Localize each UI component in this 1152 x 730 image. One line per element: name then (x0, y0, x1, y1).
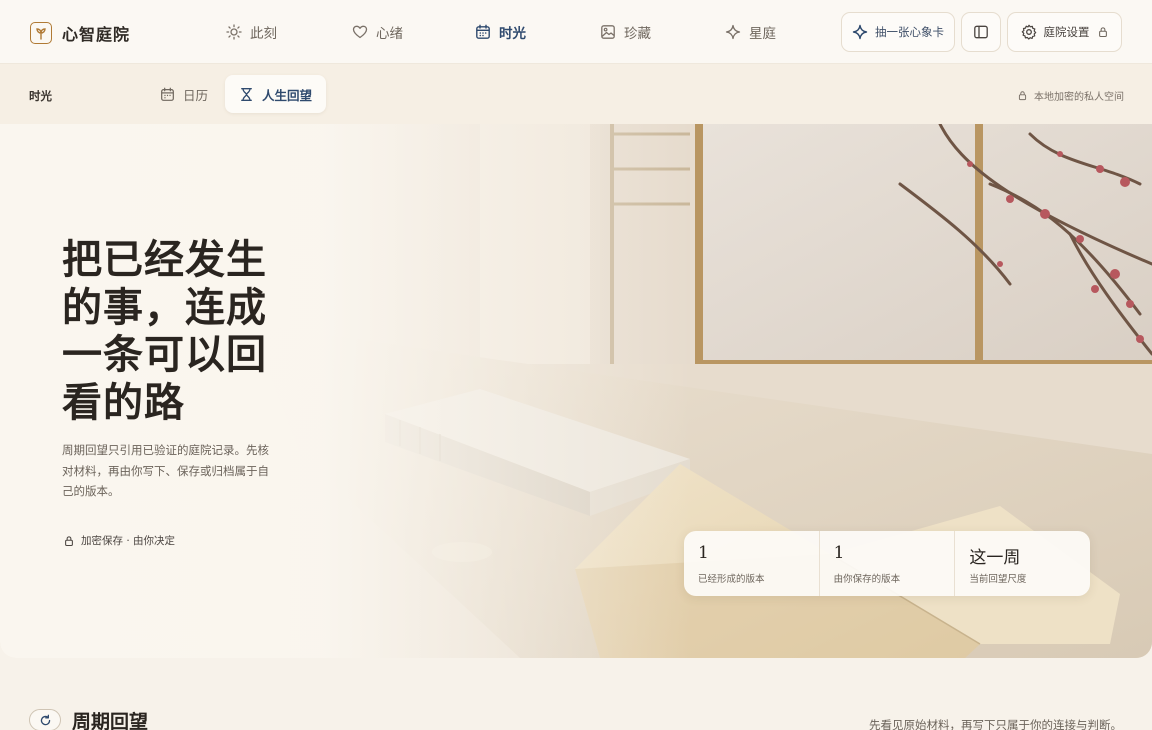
section-heading: 周期回望 (72, 711, 149, 730)
stat-value: 1 (833, 543, 845, 563)
nav-item-star-court[interactable]: 星庭 (725, 22, 776, 42)
nav-item-mood[interactable]: 心绪 (352, 22, 403, 42)
top-navigation-bar: 心智庭院 此刻 心绪 时光 珍藏 星庭 抽一张心象卡 庭院设置 (0, 0, 1152, 64)
hero-banner: 把已经发生的事，连成一条可以回看的路 周期回望只引用已验证的庭院记录。先核对材料… (0, 124, 1152, 658)
sprout-logo-icon (30, 22, 52, 44)
tab-label: 人生回望 (262, 87, 313, 103)
garden-settings-button[interactable]: 庭院设置 (1007, 12, 1122, 52)
stat-saved-versions: 1 由你保存的版本 (820, 531, 956, 596)
lock-icon (65, 535, 73, 546)
sparkle-icon (725, 24, 741, 40)
stat-label: 已经形成的版本 (698, 574, 765, 585)
hero-description: 周期回望只引用已验证的庭院记录。先核对材料，再由你写下、保存或归档属于自己的版本… (62, 443, 269, 498)
tab-label: 日历 (183, 87, 209, 103)
sidebar-toggle-button[interactable] (961, 12, 1001, 52)
lock-icon (1018, 91, 1027, 101)
gear-icon (1021, 24, 1036, 40)
hero-meta: 加密保存 · 由你决定 (63, 533, 175, 548)
calendar-icon (161, 87, 174, 101)
nav-label: 心绪 (376, 26, 403, 42)
image-icon (601, 25, 615, 39)
nav-item-time[interactable]: 时光 (475, 22, 526, 42)
brand-name: 心智庭院 (62, 25, 131, 44)
stat-label: 由你保存的版本 (833, 574, 901, 585)
hourglass-icon (241, 87, 252, 101)
settings-label: 庭院设置 (1043, 25, 1090, 39)
refresh-button[interactable] (29, 709, 61, 730)
calendar-icon (476, 24, 490, 39)
nav-item-collection[interactable]: 珍藏 (600, 22, 651, 42)
sun-icon (226, 24, 242, 40)
stat-value: 1 (698, 543, 709, 563)
section-title: 时光 (29, 89, 52, 103)
privacy-note: 本地加密的私人空间 (1017, 88, 1124, 103)
hero-meta-text: 加密保存 · 由你决定 (81, 535, 176, 547)
hero-title: 把已经发生的事，连成一条可以回看的路 (62, 236, 267, 426)
lock-icon (1098, 27, 1107, 38)
privacy-note-text: 本地加密的私人空间 (1034, 92, 1124, 103)
nav-item-moment[interactable]: 此刻 (226, 22, 277, 42)
tab-life-review[interactable]: 人生回望 (225, 75, 327, 113)
refresh-icon (40, 714, 50, 725)
stat-formed-versions: 1 已经形成的版本 (684, 531, 820, 596)
sidebar-panel-icon (974, 25, 988, 39)
stat-value: 这一周 (969, 548, 1021, 568)
stats-panel: 1 已经形成的版本 1 由你保存的版本 这一周 当前回望尺度 (684, 531, 1090, 596)
brand[interactable]: 心智庭院 (30, 21, 130, 45)
nav-label: 时光 (499, 26, 526, 42)
heart-icon (352, 25, 368, 39)
stat-review-scale: 这一周 当前回望尺度 (955, 531, 1090, 596)
tab-calendar[interactable]: 日历 (146, 75, 222, 113)
nav-label: 星庭 (749, 26, 776, 42)
stat-label: 当前回望尺度 (969, 574, 1027, 585)
section-note: 先看见原始材料，再写下只属于你的连接与判断。 (869, 718, 1122, 730)
draw-card-button[interactable]: 抽一张心象卡 (841, 12, 955, 52)
nav-label: 此刻 (250, 26, 277, 42)
nav-label: 珍藏 (624, 26, 651, 42)
draw-card-label: 抽一张心象卡 (875, 25, 944, 39)
sparkle-icon (852, 24, 868, 40)
